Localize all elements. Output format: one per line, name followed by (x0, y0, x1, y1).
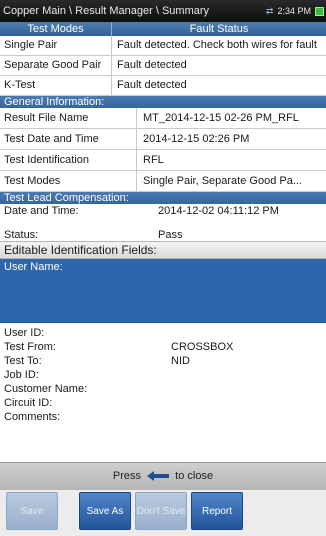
editable-fields-heading: Editable Identification Fields: (0, 241, 326, 259)
field-test-to[interactable]: Test To: NID (0, 354, 326, 368)
field-value (171, 368, 326, 382)
button-bar: Save Save As Don't Save Report (0, 490, 326, 536)
close-hint-bar: Press to close (0, 462, 326, 490)
test-mode-cell: Separate Good Pair (0, 56, 112, 75)
user-name-field[interactable]: User Name: (0, 259, 326, 323)
info-value: RFL (143, 154, 164, 166)
info-row: Result File Name MT_2014-12-15 02-26 PM_… (0, 108, 326, 129)
field-label: User ID: (4, 327, 45, 339)
info-label: Test Identification (0, 150, 137, 170)
test-mode-cell: Single Pair (0, 36, 112, 55)
field-label: Job ID: (4, 369, 39, 381)
report-button[interactable]: Report (191, 492, 243, 530)
field-value: NID (171, 355, 190, 367)
press-text: Press (112, 470, 142, 482)
field-job-id[interactable]: Job ID: (0, 368, 326, 382)
close-text: to close (175, 470, 214, 482)
user-name-label: User Name: (4, 261, 63, 273)
test-mode-cell: K-Test (0, 76, 112, 95)
field-value (171, 382, 326, 396)
info-value: 2014-12-15 02:26 PM (143, 133, 250, 145)
save-button[interactable]: Save (6, 492, 58, 530)
test-table-header: Test Modes Fault Status (0, 22, 326, 36)
network-icon: ⇄ (265, 5, 274, 16)
field-value (171, 396, 326, 410)
table-row: K-Test Fault detected (0, 76, 326, 96)
lead-compensation-heading: Test Lead Compensation: (0, 192, 326, 204)
back-arrow-icon (147, 471, 170, 482)
fault-status-cell: Fault detected. Check both wires for fau… (117, 39, 317, 51)
dont-save-button[interactable]: Don't Save (135, 492, 187, 530)
info-row: Test Identification RFL (0, 150, 326, 171)
info-row: Test Date and Time 2014-12-15 02:26 PM (0, 129, 326, 150)
lead-comp-row: Date and Time: 2014-12-02 04:11:12 PM (0, 204, 326, 220)
field-circuit-id[interactable]: Circuit ID: (0, 396, 326, 410)
field-label: Circuit ID: (4, 397, 53, 409)
lead-comp-label: Status: (4, 229, 39, 241)
info-label: Result File Name (0, 108, 137, 128)
table-row: Single Pair Fault detected. Check both w… (0, 36, 326, 56)
clock-time: 2:34 PM (277, 6, 311, 16)
lead-comp-label: Date and Time: (4, 205, 79, 217)
title-bar: Copper Main \ Result Manager \ Summary ⇄… (0, 0, 326, 22)
field-label: Test To: (4, 355, 42, 367)
lead-comp-row: Status: Pass (0, 222, 326, 241)
table-row: Separate Good Pair Fault detected (0, 56, 326, 76)
field-label: Comments: (4, 411, 61, 423)
field-comments[interactable]: Comments: (0, 410, 326, 424)
field-test-from[interactable]: Test From: CROSSBOX (0, 340, 326, 354)
battery-icon (315, 6, 324, 16)
info-value: MT_2014-12-15 02-26 PM_RFL (143, 112, 299, 124)
field-value (171, 410, 326, 424)
status-area: ⇄ 2:34 PM (266, 6, 324, 17)
field-label: Test From: (4, 341, 56, 353)
info-label: Test Date and Time (0, 129, 137, 149)
lead-comp-value: 2014-12-02 04:11:12 PM (158, 205, 279, 217)
column-header-test-modes: Test Modes (0, 22, 112, 36)
general-info-heading: General Information: (0, 96, 326, 108)
field-value: CROSSBOX (171, 341, 234, 353)
lead-comp-value: Pass (158, 229, 183, 241)
field-user-id[interactable]: User ID: (0, 326, 326, 340)
fault-status-cell: Fault detected (117, 79, 187, 91)
field-value (171, 326, 326, 340)
field-label: Customer Name: (4, 383, 88, 395)
info-row: Test Modes Single Pair, Separate Good Pa… (0, 171, 326, 192)
column-header-fault-status: Fault Status (189, 23, 249, 35)
info-label: Test Modes (0, 171, 137, 191)
info-value: Single Pair, Separate Good Pa... (143, 175, 302, 187)
save-as-button[interactable]: Save As (79, 492, 131, 530)
field-customer-name[interactable]: Customer Name: (0, 382, 326, 396)
fault-status-cell: Fault detected (117, 59, 187, 71)
breadcrumb: Copper Main \ Result Manager \ Summary (3, 5, 210, 17)
